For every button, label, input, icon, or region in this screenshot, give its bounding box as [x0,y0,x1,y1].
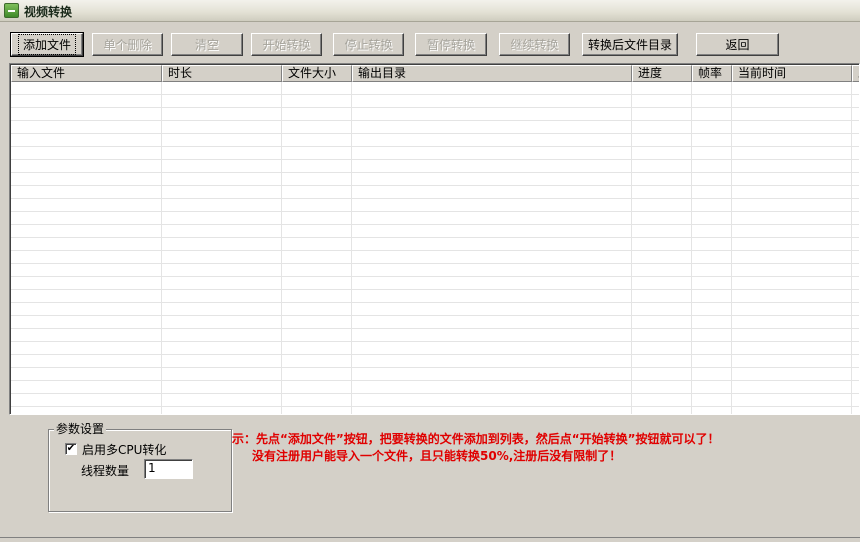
column-duration[interactable]: 时长 [162,65,282,82]
grid-line [731,82,732,414]
thread-count-input[interactable]: 1 [144,459,193,479]
grid-line [631,82,632,414]
window-title: 视频转换 [24,5,73,19]
grid-line [691,82,692,414]
add-file-button[interactable]: 添加文件 [10,32,84,57]
delete-single-button[interactable]: 单个删除 [92,33,163,56]
column-file-size[interactable]: 文件大小 [282,65,352,82]
output-dir-button[interactable]: 转换后文件目录 [582,33,678,56]
pause-convert-button[interactable]: 暂停转换 [415,33,487,56]
column-progress[interactable]: 进度 [632,65,692,82]
column-input-file[interactable]: 输入文件 [11,65,162,82]
bottom-border [0,537,860,542]
grid-line [351,82,352,414]
grid-line [161,82,162,414]
clear-button[interactable]: 清空 [171,33,243,56]
title-bar: 视频转换 [0,0,860,22]
grid-line [851,82,852,414]
window-menu-icon[interactable] [4,3,19,18]
file-list-body[interactable] [11,82,859,414]
column-frame-rate[interactable]: 帧率 [692,65,732,82]
multi-cpu-label[interactable]: 启用多CPU转化 [82,441,166,458]
resume-convert-button[interactable]: 继续转换 [499,33,570,56]
add-file-label: 添加文件 [17,34,76,55]
file-list[interactable]: 输入文件 时长 文件大小 输出目录 进度 帧率 当前时间 工 [9,63,860,415]
thread-count-label: 线程数量 [81,464,130,478]
column-output-dir[interactable]: 输出目录 [352,65,632,82]
start-convert-button[interactable]: 开始转换 [251,33,322,56]
column-extra[interactable]: 工 [852,65,859,82]
tip-line-1: 示：先点“添加文件”按钮，把要转换的文件添加到列表，然后点“开始转换”按钮就可以… [232,432,720,446]
column-current-time[interactable]: 当前时间 [732,65,852,82]
params-group-title: 参数设置 [54,422,107,436]
multi-cpu-checkbox[interactable]: ✔ [65,443,77,455]
stop-convert-button[interactable]: 停止转换 [333,33,404,56]
tip-line-2: 没有注册用户能导入一个文件，且只能转换50%,注册后没有限制了！ [252,449,622,463]
back-button[interactable]: 返回 [696,33,779,56]
file-list-header: 输入文件 时长 文件大小 输出目录 进度 帧率 当前时间 工 [11,65,859,82]
grid-line [281,82,282,414]
